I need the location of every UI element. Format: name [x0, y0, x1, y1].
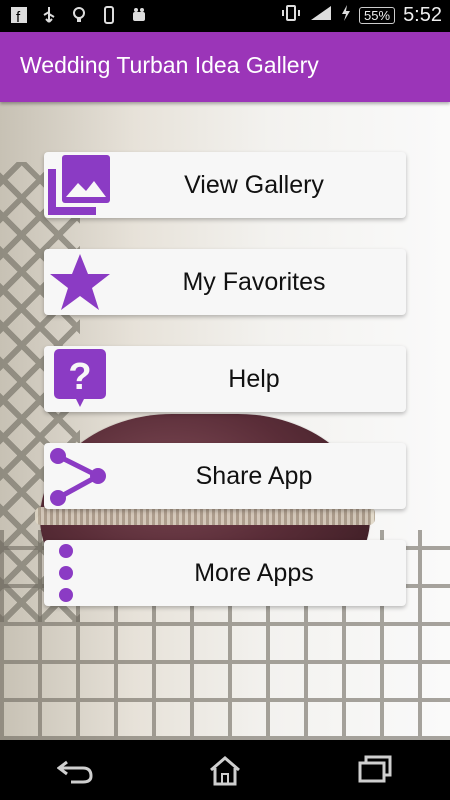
help-icon: ? — [44, 346, 116, 412]
share-icon — [44, 443, 116, 509]
gallery-icon — [44, 152, 116, 218]
background-turban-band — [35, 507, 375, 525]
help-label: Help — [228, 364, 280, 393]
my-favorites-label: My Favorites — [182, 267, 326, 296]
help-button[interactable]: ? Help — [44, 346, 406, 412]
android-icon — [130, 6, 148, 24]
more-apps-label: More Apps — [194, 558, 314, 587]
charging-icon — [341, 4, 351, 27]
status-right: 55% 5:52 — [281, 4, 442, 27]
star-icon — [44, 249, 116, 315]
back-icon[interactable] — [52, 750, 98, 790]
app-bar: Wedding Turban Idea Gallery — [0, 32, 450, 102]
bulb-icon — [70, 6, 88, 24]
status-bar: f 55% 5:52 — [0, 0, 450, 32]
svg-text:?: ? — [68, 356, 91, 398]
share-app-button[interactable]: Share App — [44, 443, 406, 509]
signal-icon — [309, 4, 333, 27]
home-icon[interactable] — [202, 750, 248, 790]
more-apps-button[interactable]: More Apps — [44, 540, 406, 606]
usb-icon — [40, 6, 58, 24]
navigation-bar — [0, 740, 450, 800]
battery-level: 55% — [359, 7, 396, 24]
recents-icon[interactable] — [352, 750, 398, 790]
app-title: Wedding Turban Idea Gallery — [20, 52, 319, 78]
view-gallery-button[interactable]: View Gallery — [44, 152, 406, 218]
main-content: View Gallery My Favorites ? Help Share A… — [0, 102, 450, 740]
my-favorites-button[interactable]: My Favorites — [44, 249, 406, 315]
status-left-icons: f — [10, 6, 148, 26]
vibrate-icon — [281, 4, 301, 27]
share-app-label: Share App — [195, 461, 313, 490]
facebook-icon: f — [10, 6, 28, 26]
phone-icon — [100, 6, 118, 24]
view-gallery-label: View Gallery — [184, 170, 324, 199]
more-vert-icon — [44, 540, 116, 606]
status-time: 5:52 — [403, 4, 442, 26]
